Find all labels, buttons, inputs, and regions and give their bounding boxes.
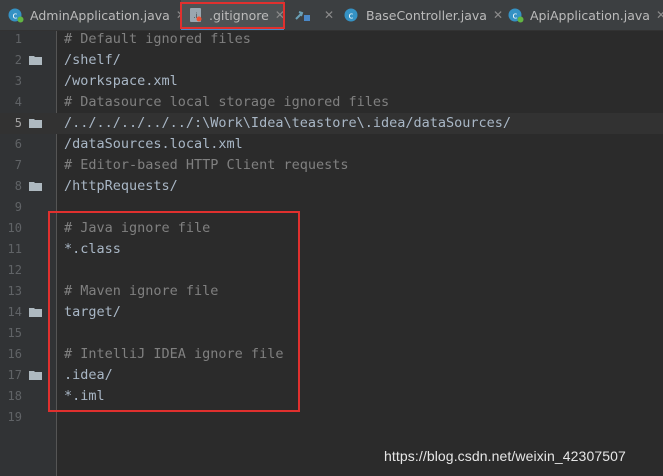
folder-icon [29,308,42,317]
line-number: 5 [14,116,22,130]
line-number: 4 [14,95,22,109]
code-text: /workspace.xml [64,73,178,89]
line-number: 10 [7,221,22,235]
code-line[interactable]: 6/dataSources.local.xml [0,134,663,155]
line-number: 13 [7,284,22,298]
code-line[interactable]: 4 # Datasource local storage ignored file… [0,92,663,113]
close-icon[interactable]: ✕ [656,8,663,22]
tab-label: AdminApplication.java [30,7,170,23]
tab-spring-config[interactable]: ✕ [288,0,338,30]
java-class-icon: c [8,7,24,23]
line-number: 2 [14,53,22,67]
java-class-icon: c [508,7,524,23]
spring-config-icon [294,7,312,23]
comment-text: # Editor-based HTTP Client requests [64,157,349,173]
line-number: 17 [7,368,22,382]
line-number: 12 [7,263,22,277]
line-number: 15 [7,326,22,340]
comment-text: # Default ignored files [64,31,251,47]
folder-icon [29,371,42,380]
line-number: 6 [14,137,22,151]
tab-label: BaseController.java [366,7,487,23]
code-highlight-box [48,211,300,412]
code-line[interactable]: 3/workspace.xml [0,71,663,92]
line-number: 1 [14,32,22,46]
svg-text:c: c [13,12,18,22]
line-number: 11 [7,242,22,256]
line-number: 7 [14,158,22,172]
code-text: /dataSources.local.xml [64,136,243,152]
folder-icon [29,56,42,65]
close-icon[interactable]: ✕ [493,8,503,22]
line-number: 16 [7,347,22,361]
code-text: /httpRequests/ [64,178,178,194]
line-number: 14 [7,305,22,319]
svg-text:c: c [349,12,354,22]
line-number: 19 [7,410,22,424]
code-line[interactable]: 1 # Default ignored files [0,29,663,50]
code-line[interactable]: 8/httpRequests/ [0,176,663,197]
tab-api-application[interactable]: c ApiApplication.java ✕ [508,0,663,30]
line-number: 18 [7,389,22,403]
code-text: /shelf/ [64,52,121,68]
code-text: /../../../../../:\Work\Idea\teastore\.id… [64,115,512,131]
code-line[interactable]: 2/shelf/ [0,50,663,71]
code-line[interactable]: 5 /../../../../../:\Work\Idea\teastore\.i… [0,113,663,134]
line-number: 3 [14,74,22,88]
watermark-url: https://blog.csdn.net/weixin_42307507 [384,448,626,464]
line-number: 9 [14,200,22,214]
java-class-icon: c [344,7,360,23]
line-number: 8 [14,179,22,193]
code-line[interactable]: 7 # Editor-based HTTP Client requests [0,155,663,176]
tab-highlight-box [180,2,285,29]
tab-base-controller[interactable]: c BaseController.java ✕ [344,0,506,30]
close-icon[interactable]: ✕ [324,8,334,22]
folder-icon [29,119,42,128]
comment-text: # Datasource local storage ignored files [64,94,390,110]
tab-admin-application[interactable]: c AdminApplication.java ✕ [8,0,186,30]
svg-text:c: c [513,12,518,22]
tab-label: ApiApplication.java [530,7,650,23]
editor-tab-bar: c AdminApplication.java ✕ .i .gitignore … [0,0,663,31]
folder-icon [29,182,42,191]
